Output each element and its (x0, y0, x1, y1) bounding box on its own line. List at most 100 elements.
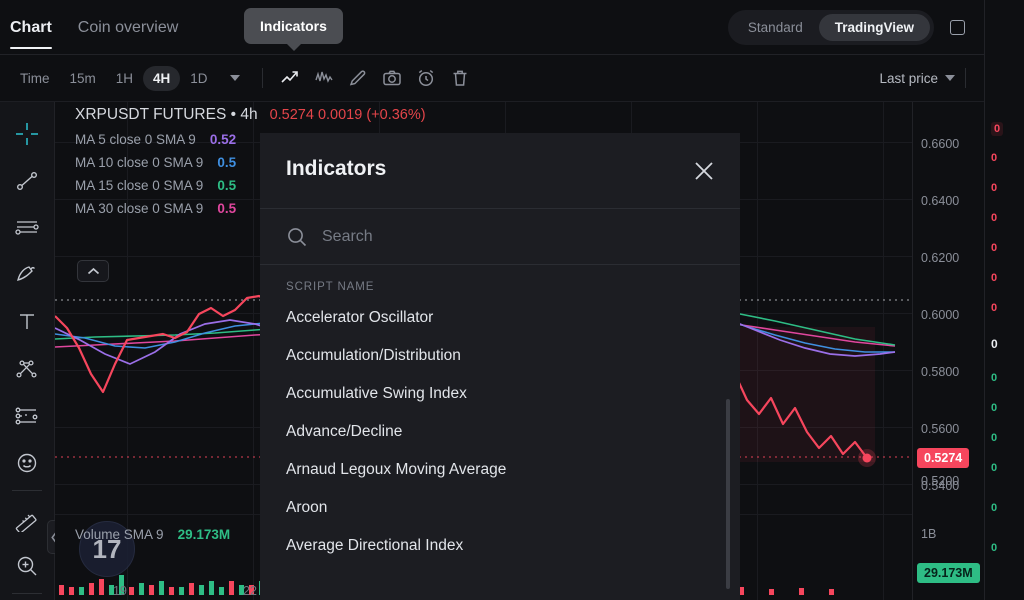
chevron-up-icon (87, 267, 99, 274)
trading-app: Chart Coin overview Indicators Standard … (0, 0, 1024, 600)
timeframe-15m[interactable]: 15m (60, 66, 106, 91)
time-label[interactable]: Time (10, 66, 60, 91)
price-axis-tick: 0.5600 (921, 422, 959, 436)
legend-ma-value: 0.5 (217, 178, 237, 193)
order-book-ask-value: 0 (994, 123, 1001, 135)
legend-ma-label: MA 30 close 0 SMA 9 (75, 201, 204, 216)
indicators-dialog: Indicators Search SCRIPT NAME Accelerato… (260, 133, 740, 600)
screenshot-button[interactable] (375, 63, 409, 93)
price-axis-tick: 0.6400 (921, 194, 959, 208)
chart-type-button[interactable] (273, 63, 307, 93)
order-book-bid-row[interactable]: 0 (991, 542, 997, 554)
draw-tool-text[interactable] (7, 298, 47, 345)
legend-ma-value: 0.52 (209, 132, 237, 147)
indicators-button[interactable] (307, 63, 341, 93)
order-book-ask-row[interactable]: 0 (991, 272, 997, 284)
timeframe-4h[interactable]: 4H (143, 65, 181, 91)
legend-collapse-button[interactable] (77, 260, 109, 282)
volume-legend-value: 29.173M (177, 527, 231, 542)
draw-tool-fib[interactable] (7, 204, 47, 251)
list-scrollbar[interactable] (726, 399, 730, 589)
top-bar-actions: Standard TradingView (727, 0, 1010, 55)
volume-badge: 29.173M (917, 563, 980, 583)
order-book-ask-value: 0 (991, 272, 998, 284)
tab-chart-label: Chart (10, 18, 52, 36)
tab-chart[interactable]: Chart (10, 0, 52, 55)
order-book-ask-value: 0 (991, 212, 998, 224)
order-book-ask-row[interactable]: 0 (991, 302, 997, 314)
search-field[interactable]: Search (260, 209, 740, 264)
chart-symbol: XRPUSDT FUTURES • 4h (75, 106, 258, 123)
order-book-ask-row[interactable]: 0 (991, 242, 997, 254)
list-item[interactable]: Advance/Decline (260, 413, 740, 451)
emoji-icon (17, 453, 37, 472)
view-mode-tradingview[interactable]: TradingView (818, 14, 930, 41)
order-book-bid-row[interactable]: 0 (991, 462, 997, 474)
alarm-icon (418, 70, 433, 87)
order-book-bid-row[interactable]: 0 (991, 372, 997, 384)
tab-bar: Chart Coin overview (10, 0, 178, 55)
draw-tool-pitchfork[interactable] (7, 345, 47, 392)
volume-legend[interactable]: Volume SMA 9 29.173M (75, 527, 230, 542)
time-axis-text: 22 (243, 584, 257, 598)
volume-badge-text: 29.173M (924, 566, 973, 580)
square-icon (949, 20, 965, 35)
draw-tool-crosshair[interactable] (7, 110, 47, 157)
order-book-bid-value: 0 (991, 402, 998, 414)
list-item[interactable]: Arnaud Legoux Moving Average (260, 451, 740, 489)
order-book-bid-row[interactable]: 0 (991, 432, 997, 444)
draw-tool-ruler[interactable] (7, 495, 47, 542)
timeframe-1d-label: 1D (190, 70, 208, 86)
text-tool-icon (20, 313, 34, 329)
last-price-label: Last price (879, 70, 938, 86)
draw-tool-brush[interactable] (7, 251, 47, 298)
pitchfork-icon (16, 359, 37, 378)
tab-coin-overview[interactable]: Coin overview (78, 0, 178, 55)
remove-button[interactable] (443, 63, 477, 93)
last-price-selector[interactable]: Last price (879, 71, 955, 86)
trend-line-icon (17, 171, 38, 190)
timeframe-1d[interactable]: 1D (180, 66, 217, 91)
timeframe-4h-label: 4H (153, 70, 171, 86)
order-book-bid-row[interactable]: 0 (991, 402, 997, 414)
timeframe-1h[interactable]: 1H (106, 66, 143, 91)
order-book-ask-row[interactable]: 0 (991, 152, 997, 164)
draw-tool-emoji[interactable] (7, 439, 47, 486)
draw-button[interactable] (341, 63, 375, 93)
order-book-bid-value: 0 (991, 462, 998, 474)
dialog-close-button[interactable] (690, 157, 718, 185)
order-book-mid-price: 0 (991, 337, 998, 351)
price-axis-tick-text: 0.6000 (921, 308, 960, 322)
toolbar-divider (261, 68, 263, 88)
drawing-toolbar (0, 102, 61, 600)
alerts-button[interactable] (409, 63, 443, 93)
fib-retracement-icon (15, 220, 39, 235)
dialog-header: Indicators (260, 133, 740, 208)
pattern-icon (15, 407, 38, 424)
order-book-bid-value: 0 (991, 542, 998, 554)
view-mode-standard[interactable]: Standard (732, 14, 819, 41)
order-book-ask-value: 0 (991, 182, 998, 194)
order-book-ask-row[interactable]: 0 (991, 182, 997, 194)
order-book-panel[interactable]: 0 0 0 0 0 0 0 0 0 0 0 0 0 0 (984, 0, 1024, 600)
order-book-ask-row[interactable]: 0 (991, 122, 1004, 136)
indicators-tooltip-label: Indicators (260, 18, 327, 34)
order-book-ask-row[interactable]: 0 (991, 212, 997, 224)
order-book-bid-row[interactable]: 0 (991, 502, 997, 514)
search-input[interactable]: Search (322, 228, 373, 246)
list-item[interactable]: Accumulation/Distribution (260, 337, 740, 375)
list-item[interactable]: Accumulative Swing Index (260, 375, 740, 413)
list-item[interactable]: Accelerator Oscillator (260, 299, 740, 337)
time-axis-text: 19 (113, 584, 127, 598)
timeframe-1h-label: 1H (115, 70, 134, 86)
timeframe-more-button[interactable] (218, 63, 252, 93)
legend-ma-value: 0.5 (217, 155, 237, 170)
layout-square-button[interactable] (942, 13, 972, 43)
draw-tool-pattern[interactable] (7, 392, 47, 439)
price-axis[interactable]: 0.6600 0.6400 0.6200 0.6000 0.5800 0.560… (912, 102, 984, 600)
draw-tool-zoom[interactable] (7, 542, 47, 589)
draw-tool-trend-line[interactable] (7, 157, 47, 204)
list-item[interactable]: Average Directional Index (260, 527, 740, 565)
indicator-icon (314, 71, 333, 83)
list-item[interactable]: Aroon (260, 489, 740, 527)
